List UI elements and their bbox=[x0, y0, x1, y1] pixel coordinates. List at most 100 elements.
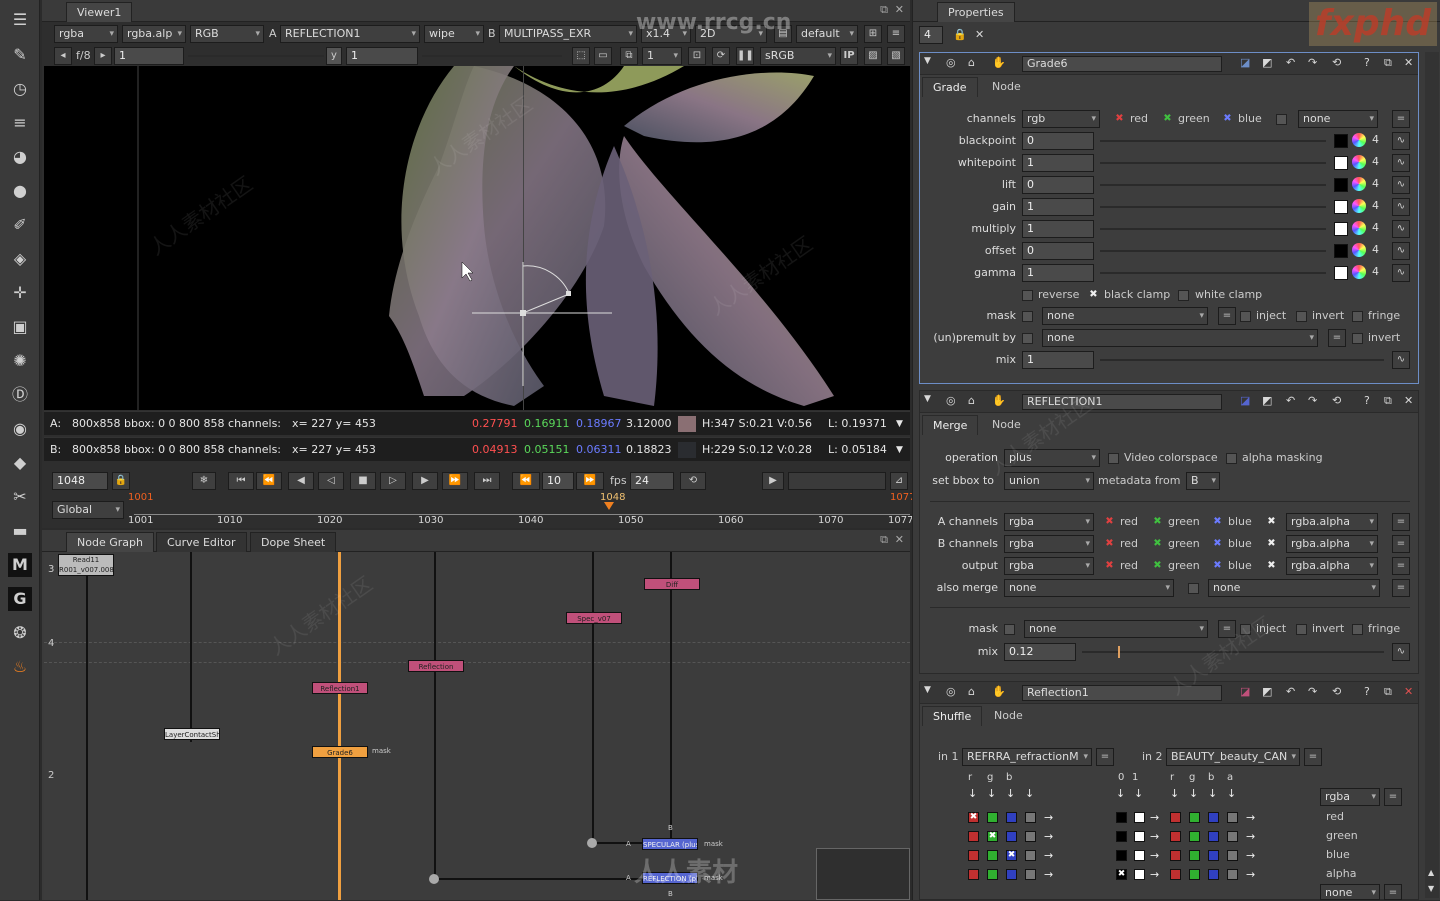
transform-icon[interactable]: ✛ bbox=[8, 281, 32, 305]
shuffle-node-name[interactable]: Reflection1 bbox=[1022, 685, 1222, 701]
link-icon[interactable]: = bbox=[1392, 110, 1410, 128]
mask-checkbox[interactable] bbox=[1004, 624, 1015, 635]
b-channels-alpha-checkbox[interactable]: ✖ bbox=[1266, 539, 1277, 550]
revert-icon[interactable]: ⟲ bbox=[1332, 394, 1341, 407]
float-icon[interactable]: ⧉ bbox=[1384, 56, 1392, 70]
curve-icon[interactable]: ∿ bbox=[1392, 220, 1410, 238]
channel-count[interactable]: 4 bbox=[1372, 177, 1379, 190]
grade-row-field[interactable]: 1 bbox=[1022, 198, 1094, 216]
video-colorspace-checkbox[interactable] bbox=[1108, 453, 1119, 464]
gamma-field[interactable]: 1 bbox=[346, 47, 418, 65]
filter-icon[interactable]: ● bbox=[8, 179, 32, 203]
channel-count[interactable]: 4 bbox=[1372, 243, 1379, 256]
tab-node-graph[interactable]: Node Graph bbox=[66, 532, 154, 552]
scroll-up-icon[interactable]: ▲ bbox=[1428, 868, 1434, 877]
color-wheel-icon[interactable] bbox=[1352, 265, 1366, 279]
contact-sheet-node[interactable]: LayerContactSheet2 bbox=[164, 728, 220, 740]
close-icon[interactable]: ✕ bbox=[1404, 685, 1413, 698]
lut-dropdown[interactable]: default bbox=[796, 25, 858, 43]
skip-forward-icon[interactable]: ⏩ bbox=[576, 472, 604, 490]
node-color-icon[interactable]: ◪ bbox=[1240, 394, 1250, 407]
deep-icon[interactable]: Ⓓ bbox=[8, 383, 32, 407]
shuffle-in1-cell[interactable] bbox=[968, 831, 979, 842]
shuffle-in1-cell[interactable]: ✖ bbox=[1006, 850, 1017, 861]
gamma-toggle[interactable]: y bbox=[326, 47, 342, 65]
fringe-checkbox[interactable] bbox=[1352, 311, 1363, 322]
mix-curve-icon[interactable]: ∿ bbox=[1392, 643, 1410, 661]
wipe-overlay-icon[interactable]: ▧ bbox=[887, 47, 905, 65]
b-channels-blue-checkbox[interactable]: ✖ bbox=[1212, 539, 1223, 550]
collapse-icon[interactable]: ▼ bbox=[924, 56, 931, 66]
channels-dropdown[interactable]: rgba bbox=[54, 25, 118, 43]
color-wheel-icon[interactable] bbox=[1352, 199, 1366, 213]
viewer-node-icon[interactable]: ◎ bbox=[946, 685, 956, 698]
next-key-icon[interactable]: ⏩ bbox=[442, 472, 468, 490]
viewer-node-icon[interactable]: ◎ bbox=[946, 394, 956, 407]
centre-icon[interactable]: ⌂ bbox=[968, 56, 975, 69]
proxy-icon[interactable]: ⧉ bbox=[620, 47, 638, 65]
other-icon[interactable]: ▬ bbox=[8, 519, 32, 543]
redo-icon[interactable]: ↷ bbox=[1308, 394, 1317, 407]
node-graph-canvas[interactable]: 3 4 2 Read11 R001_v007.00878.exr Diff Spe… bbox=[44, 552, 910, 900]
loop-icon[interactable]: ⟲ bbox=[680, 472, 706, 490]
playback-range-field[interactable] bbox=[788, 472, 886, 490]
red-checkbox[interactable]: ✖ bbox=[1114, 114, 1125, 125]
grade-row-slider[interactable] bbox=[1100, 264, 1326, 282]
tile-color-icon[interactable]: ◩ bbox=[1262, 56, 1272, 69]
shuffle-in2-cell[interactable] bbox=[1189, 812, 1200, 823]
undo-icon[interactable]: ↶ bbox=[1286, 685, 1295, 698]
shuffle-in2-cell[interactable] bbox=[1208, 850, 1219, 861]
step-field[interactable]: 10 bbox=[542, 472, 574, 490]
grade-row-field[interactable]: 0 bbox=[1022, 242, 1094, 260]
close-icon[interactable]: ✕ bbox=[895, 533, 904, 546]
timeline-scope-dropdown[interactable]: Global bbox=[52, 501, 124, 519]
layer-dropdown[interactable]: rgba.alp bbox=[122, 25, 186, 43]
tab-node[interactable]: Node bbox=[982, 415, 1031, 435]
a-channels-blue-checkbox[interactable]: ✖ bbox=[1212, 517, 1223, 528]
grade-row-swatch[interactable] bbox=[1334, 156, 1348, 170]
3d-icon[interactable]: ▣ bbox=[8, 315, 32, 339]
grade-row-swatch[interactable] bbox=[1334, 134, 1348, 148]
curve-icon[interactable]: ∿ bbox=[1392, 132, 1410, 150]
b-channels-alpha-dropdown[interactable]: rgba.alpha bbox=[1286, 535, 1378, 553]
mask-link-icon[interactable]: = bbox=[1218, 620, 1236, 638]
shuffle-in2-cell[interactable] bbox=[1189, 831, 1200, 842]
grade6-node[interactable]: Grade6 bbox=[312, 746, 368, 758]
grade-row-swatch[interactable] bbox=[1334, 200, 1348, 214]
invert-checkbox[interactable] bbox=[1296, 624, 1307, 635]
tab-curve-editor[interactable]: Curve Editor bbox=[156, 532, 247, 552]
grade-node-name[interactable]: Grade6 bbox=[1022, 56, 1222, 72]
channel-icon[interactable]: ≡ bbox=[8, 111, 32, 135]
tab-viewer1[interactable]: Viewer1 bbox=[66, 2, 133, 22]
mix-curve-icon[interactable]: ∿ bbox=[1392, 351, 1410, 369]
fringe-checkbox[interactable] bbox=[1352, 624, 1363, 635]
color-wheel-icon[interactable] bbox=[1352, 243, 1366, 257]
output-alpha-dropdown[interactable]: rgba.alpha bbox=[1286, 557, 1378, 575]
in2-link-icon[interactable]: = bbox=[1304, 748, 1322, 766]
redo-icon[interactable]: ↷ bbox=[1308, 56, 1317, 69]
curve-icon[interactable]: ∿ bbox=[1392, 198, 1410, 216]
also-merge-dropdown-2[interactable]: none bbox=[1208, 579, 1380, 597]
shuffle-in2-cell[interactable] bbox=[1116, 831, 1127, 842]
shuffle-in2-cell[interactable] bbox=[1227, 831, 1238, 842]
black-clamp-checkbox[interactable]: ✖ bbox=[1088, 290, 1099, 301]
shuffle-in2-cell[interactable] bbox=[1134, 831, 1145, 842]
close-icon[interactable]: ✕ bbox=[1404, 394, 1413, 407]
tab-shuffle[interactable]: Shuffle bbox=[922, 706, 983, 726]
shuffle-in2-cell[interactable] bbox=[1170, 812, 1181, 823]
frame-field[interactable]: 1048 bbox=[52, 472, 108, 490]
b-input-dropdown[interactable]: MULTIPASS_EXR bbox=[499, 25, 637, 43]
merge-node-name[interactable]: REFLECTION1 bbox=[1022, 394, 1222, 410]
shuffle-in1-cell[interactable] bbox=[1006, 869, 1017, 880]
grade-row-field[interactable]: 1 bbox=[1022, 154, 1094, 172]
b-channels-dropdown[interactable]: rgba bbox=[1004, 535, 1094, 553]
output-blue-checkbox[interactable]: ✖ bbox=[1212, 561, 1223, 572]
bottom-layer-dropdown[interactable]: none bbox=[1320, 884, 1380, 900]
undo-icon[interactable]: ↶ bbox=[1286, 394, 1295, 407]
viewer-node-icon[interactable]: ◎ bbox=[946, 56, 956, 69]
close-icon[interactable]: ✕ bbox=[1404, 56, 1413, 69]
time-icon[interactable]: ◷ bbox=[8, 77, 32, 101]
shuffle-in2-cell[interactable] bbox=[1116, 812, 1127, 823]
revert-icon[interactable]: ⟲ bbox=[1332, 56, 1341, 69]
refresh-icon[interactable]: ⟳ bbox=[712, 47, 730, 65]
